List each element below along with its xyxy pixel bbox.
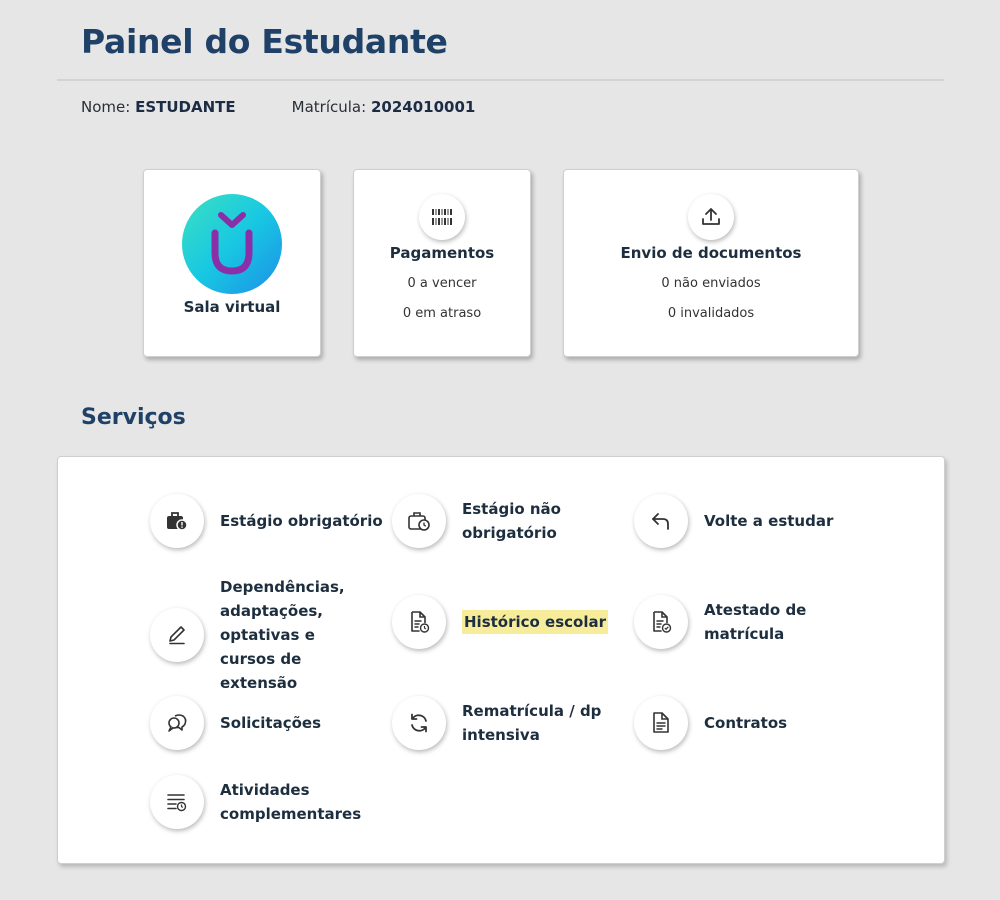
service-historico-escolar[interactable]: Histórico escolar	[392, 595, 609, 649]
title-divider	[57, 79, 944, 81]
service-label: Atividades complementares	[220, 781, 362, 823]
pagamentos-em-atraso: 0 em atraso	[402, 306, 482, 321]
pagamentos-a-vencer: 0 a vencer	[407, 276, 477, 291]
name-label: Nome:	[81, 98, 131, 116]
envio-invalidados: 0 invalidados	[667, 306, 755, 321]
list-clock-icon	[150, 775, 204, 829]
document-check-icon	[634, 595, 688, 649]
envio-documentos-card[interactable]: Envio de documentos 0 não enviados 0 inv…	[563, 169, 859, 357]
matricula-value: 2024010001	[370, 98, 476, 116]
service-label: Volte a estudar	[704, 512, 834, 530]
student-matricula: Matrícula: 2024010001	[292, 98, 476, 116]
service-label: Histórico escolar	[462, 610, 609, 634]
return-arrow-icon	[634, 494, 688, 548]
services-panel: Estágio obrigatório Estágio não obrigató…	[57, 456, 945, 864]
service-rematricula[interactable]: Rematrícula / dp intensiva	[392, 696, 602, 750]
service-estagio-nao-obrigatorio[interactable]: Estágio não obrigatório	[392, 494, 592, 548]
chat-bubbles-icon	[150, 696, 204, 750]
sala-virtual-card[interactable]: Sala virtual	[143, 169, 321, 357]
service-label: Contratos	[704, 714, 788, 732]
document-icon	[634, 696, 688, 750]
student-dashboard: Painel do Estudante Nome: ESTUDANTE Matr…	[0, 0, 1000, 900]
service-solicitacoes[interactable]: Solicitações	[150, 696, 321, 750]
service-dependencias[interactable]: Dependências, adaptações, optativas e cu…	[150, 575, 370, 695]
document-clock-icon	[392, 595, 446, 649]
briefcase-alert-icon	[150, 494, 204, 548]
services-title: Serviços	[81, 405, 186, 430]
envio-nao-enviados: 0 não enviados	[661, 276, 761, 291]
pagamentos-card[interactable]: Pagamentos 0 a vencer 0 em atraso	[353, 169, 531, 357]
pagamentos-label: Pagamentos	[389, 244, 495, 262]
service-label: Estágio não obrigatório	[462, 500, 561, 542]
matricula-label: Matrícula:	[291, 98, 367, 116]
student-name: Nome: ESTUDANTE	[81, 98, 236, 116]
service-label: Solicitações	[220, 714, 322, 732]
barcode-icon	[419, 194, 465, 240]
service-atestado-matricula[interactable]: Atestado de matrícula	[634, 595, 814, 649]
service-contratos[interactable]: Contratos	[634, 696, 787, 750]
service-label: Dependências, adaptações, optativas e cu…	[220, 578, 345, 692]
envio-documentos-label: Envio de documentos	[620, 244, 802, 262]
briefcase-clock-icon	[392, 494, 446, 548]
service-volte-a-estudar[interactable]: Volte a estudar	[634, 494, 833, 548]
name-value: ESTUDANTE	[135, 98, 236, 116]
pencil-icon	[150, 608, 204, 662]
service-estagio-obrigatorio[interactable]: Estágio obrigatório	[150, 494, 383, 548]
page-title: Painel do Estudante	[81, 22, 448, 61]
upload-icon	[688, 194, 734, 240]
sala-virtual-label: Sala virtual	[183, 298, 281, 316]
sala-virtual-logo	[182, 194, 282, 294]
service-label: Estágio obrigatório	[220, 512, 383, 530]
service-label: Atestado de matrícula	[704, 601, 807, 643]
service-label: Rematrícula / dp intensiva	[462, 702, 602, 744]
refresh-icon	[392, 696, 446, 750]
student-info: Nome: ESTUDANTE Matrícula: 2024010001	[81, 98, 475, 116]
service-atividades-complementares[interactable]: Atividades complementares	[150, 775, 362, 829]
